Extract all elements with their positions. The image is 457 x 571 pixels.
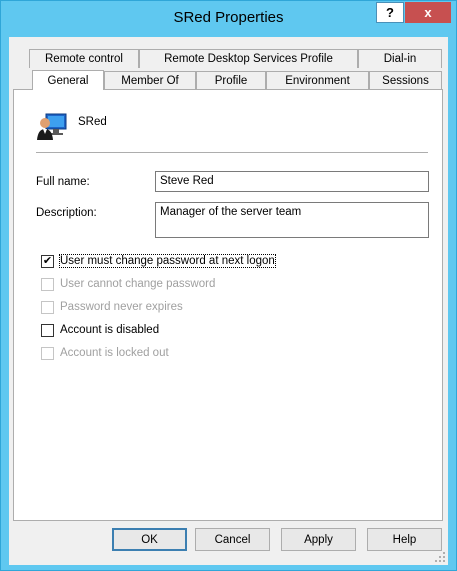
tab-remote-control[interactable]: Remote control — [29, 49, 139, 68]
tab-label: Remote Desktop Services Profile — [164, 53, 333, 65]
tab-label: Sessions — [382, 75, 429, 87]
checkbox-box[interactable]: ✔ — [41, 254, 54, 268]
tab-label: Remote control — [45, 53, 123, 65]
ok-button[interactable]: OK — [112, 528, 187, 551]
properties-window: SRed Properties ? x Remote control Remot… — [0, 0, 457, 571]
checkbox-box[interactable] — [41, 323, 54, 337]
description-label-text: Description: — [36, 207, 97, 219]
checkbox-must-change-password[interactable]: ✔ User must change password at next logo… — [41, 253, 276, 269]
checkmark-icon: ✔ — [42, 254, 53, 267]
tab-environment[interactable]: Environment — [266, 71, 369, 90]
tab-label: Dial-in — [383, 53, 417, 65]
tab-member-of[interactable]: Member Of — [104, 71, 196, 90]
checkbox-label: User cannot change password — [60, 278, 216, 290]
tab-label: Profile — [214, 75, 248, 87]
resize-grip-icon[interactable] — [434, 551, 446, 563]
full-name-label: Full name: — [36, 176, 90, 188]
checkbox-account-disabled[interactable]: Account is disabled — [41, 322, 159, 338]
description-field[interactable]: Manager of the server team — [155, 202, 429, 238]
apply-button[interactable]: Apply — [281, 528, 356, 551]
description-label: Description: — [36, 207, 97, 219]
tab-remote-desktop-services-profile[interactable]: Remote Desktop Services Profile — [139, 49, 358, 68]
checkbox-box[interactable] — [41, 300, 54, 314]
checkbox-label: Account is disabled — [60, 324, 160, 336]
checkbox-box[interactable] — [41, 346, 54, 360]
full-name-label-text: Full name: — [36, 176, 90, 188]
title-bar[interactable]: SRed Properties ? x — [1, 1, 456, 37]
help-button[interactable]: Help — [367, 528, 442, 551]
cancel-button[interactable]: Cancel — [195, 528, 270, 551]
tab-label: Environment — [285, 75, 350, 87]
tab-label: General — [47, 74, 89, 87]
help-icon: ? — [386, 5, 394, 20]
user-display-name: SRed — [78, 116, 107, 128]
user-monitor-icon — [37, 113, 67, 140]
tab-dial-in[interactable]: Dial-in — [358, 49, 442, 68]
help-title-button[interactable]: ? — [376, 2, 404, 23]
dialog-client: Remote control Remote Desktop Services P… — [9, 37, 448, 565]
close-button[interactable]: x — [405, 2, 451, 23]
checkbox-label: Account is locked out — [60, 347, 169, 359]
tab-sessions[interactable]: Sessions — [369, 71, 442, 90]
checkbox-password-never-expires[interactable]: Password never expires — [41, 299, 183, 315]
full-name-field[interactable]: Steve Red — [155, 171, 429, 192]
tab-general[interactable]: General — [32, 70, 104, 90]
tab-profile[interactable]: Profile — [196, 71, 266, 90]
checkbox-label: User must change password at next logon — [59, 254, 276, 268]
separator — [36, 152, 428, 153]
general-tab-panel: SRed Full name: Steve Red Description: M… — [13, 89, 443, 521]
checkbox-label: Password never expires — [60, 301, 183, 313]
tab-label: Member Of — [121, 75, 179, 87]
checkbox-box[interactable] — [41, 277, 54, 291]
close-icon: x — [424, 5, 432, 20]
checkbox-cannot-change-password[interactable]: User cannot change password — [41, 276, 215, 292]
checkbox-account-locked-out[interactable]: Account is locked out — [41, 345, 169, 361]
